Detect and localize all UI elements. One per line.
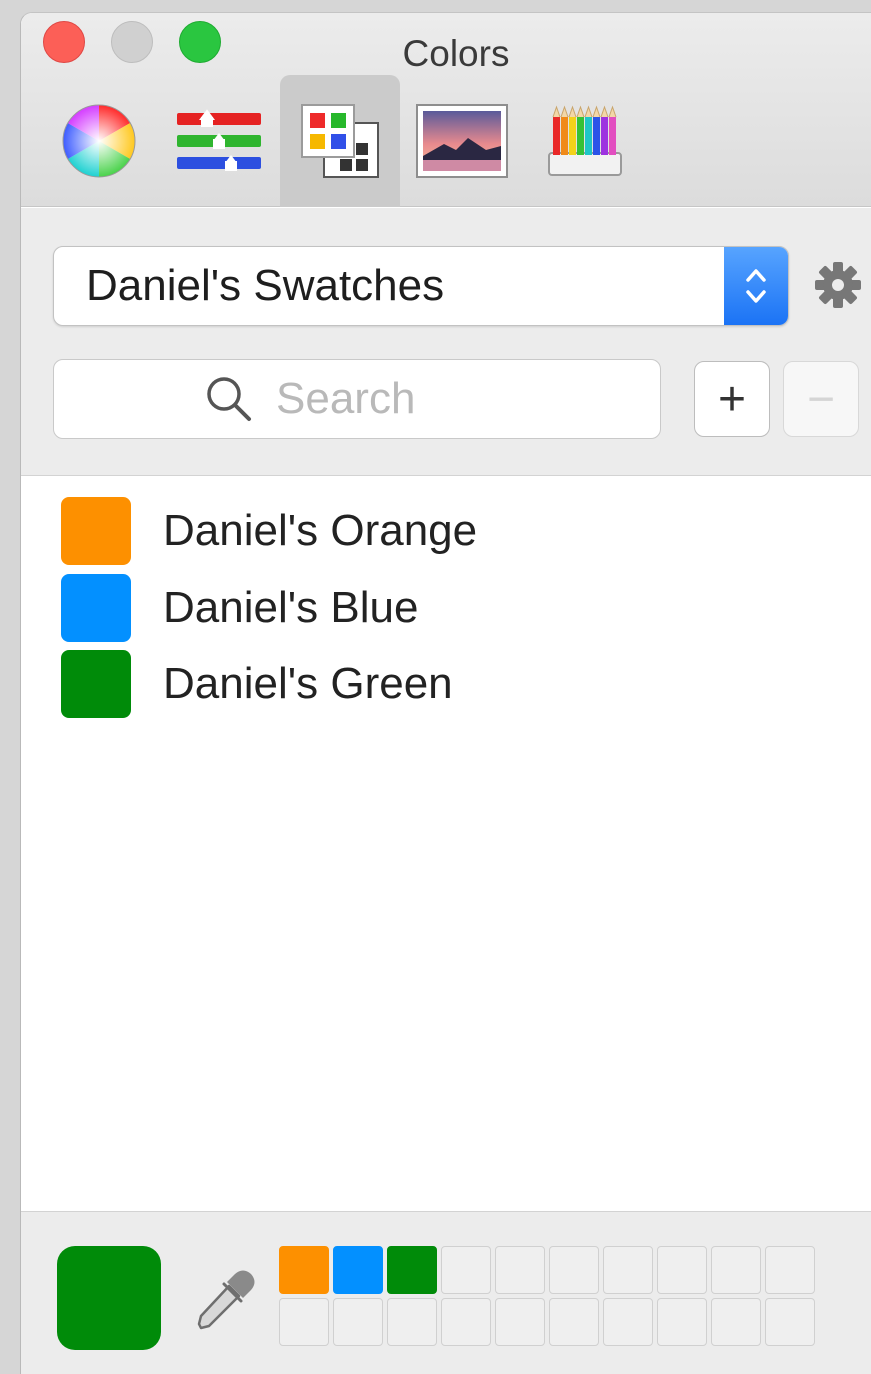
window-title: Colors	[402, 33, 510, 74]
empty-swatch-slot[interactable]	[603, 1298, 653, 1346]
tab-color-palettes[interactable]	[280, 75, 400, 207]
favorite-swatch[interactable]	[333, 1246, 383, 1294]
swatch-label: Daniel's Blue	[163, 583, 419, 632]
empty-swatch-slot[interactable]	[549, 1298, 599, 1346]
empty-swatch-slot[interactable]	[549, 1246, 599, 1294]
empty-swatch-slot[interactable]	[441, 1298, 491, 1346]
empty-swatch-slot[interactable]	[279, 1298, 329, 1346]
swatch-color	[61, 574, 131, 642]
color-wheel-icon	[62, 104, 136, 178]
swatch-color	[61, 497, 131, 565]
empty-swatch-slot[interactable]	[603, 1246, 653, 1294]
palette-popup-value: Daniel's Swatches	[86, 261, 445, 310]
list-item[interactable]: Daniel's Orange	[21, 493, 871, 569]
palette-controls: Daniel's Swatches Search + −	[21, 208, 871, 476]
tab-image-palettes[interactable]	[402, 75, 522, 207]
favorites-grid	[279, 1246, 815, 1346]
add-color-button[interactable]: +	[694, 361, 770, 437]
search-field[interactable]: Search	[53, 359, 661, 439]
search-placeholder: Search	[276, 374, 416, 423]
tab-pencils[interactable]	[525, 75, 645, 207]
empty-swatch-slot[interactable]	[711, 1246, 761, 1294]
tab-color-wheel[interactable]	[39, 75, 159, 207]
gear-icon[interactable]	[813, 260, 863, 310]
toolbar: Colors	[21, 13, 871, 207]
current-color-well[interactable]	[57, 1246, 161, 1350]
remove-color-button[interactable]: −	[783, 361, 859, 437]
swatch-label: Daniel's Orange	[163, 506, 478, 555]
empty-swatch-slot[interactable]	[765, 1246, 815, 1294]
swatch-label: Daniel's Green	[163, 659, 453, 708]
chevron-up-down-icon	[746, 269, 766, 303]
empty-swatch-slot[interactable]	[657, 1298, 707, 1346]
favorite-swatch[interactable]	[387, 1246, 437, 1294]
footer	[21, 1211, 871, 1374]
empty-swatch-slot[interactable]	[387, 1298, 437, 1346]
empty-swatch-slot[interactable]	[441, 1246, 491, 1294]
list-item[interactable]: Daniel's Blue	[21, 570, 871, 646]
empty-swatch-slot[interactable]	[711, 1298, 761, 1346]
image-icon	[416, 104, 508, 178]
swatch-color	[61, 650, 131, 718]
empty-swatch-slot[interactable]	[333, 1298, 383, 1346]
list-item[interactable]: Daniel's Green	[21, 646, 871, 722]
sliders-icon	[177, 109, 261, 171]
empty-swatch-slot[interactable]	[495, 1298, 545, 1346]
popup-stepper[interactable]	[724, 247, 788, 325]
empty-swatch-slot[interactable]	[495, 1246, 545, 1294]
colors-window: Colors Daniel's Swatches Search + − Dani…	[20, 12, 871, 1374]
palette-icon	[301, 104, 379, 178]
empty-swatch-slot[interactable]	[765, 1298, 815, 1346]
search-icon	[207, 377, 251, 421]
swatch-list: Daniel's Orange Daniel's Blue Daniel's G…	[21, 477, 871, 1211]
palette-popup[interactable]: Daniel's Swatches	[53, 246, 789, 326]
pencils-icon	[548, 105, 622, 176]
favorite-swatch[interactable]	[279, 1246, 329, 1294]
eyedropper-icon[interactable]	[191, 1268, 257, 1334]
empty-swatch-slot[interactable]	[657, 1246, 707, 1294]
tab-color-sliders[interactable]	[159, 75, 279, 207]
